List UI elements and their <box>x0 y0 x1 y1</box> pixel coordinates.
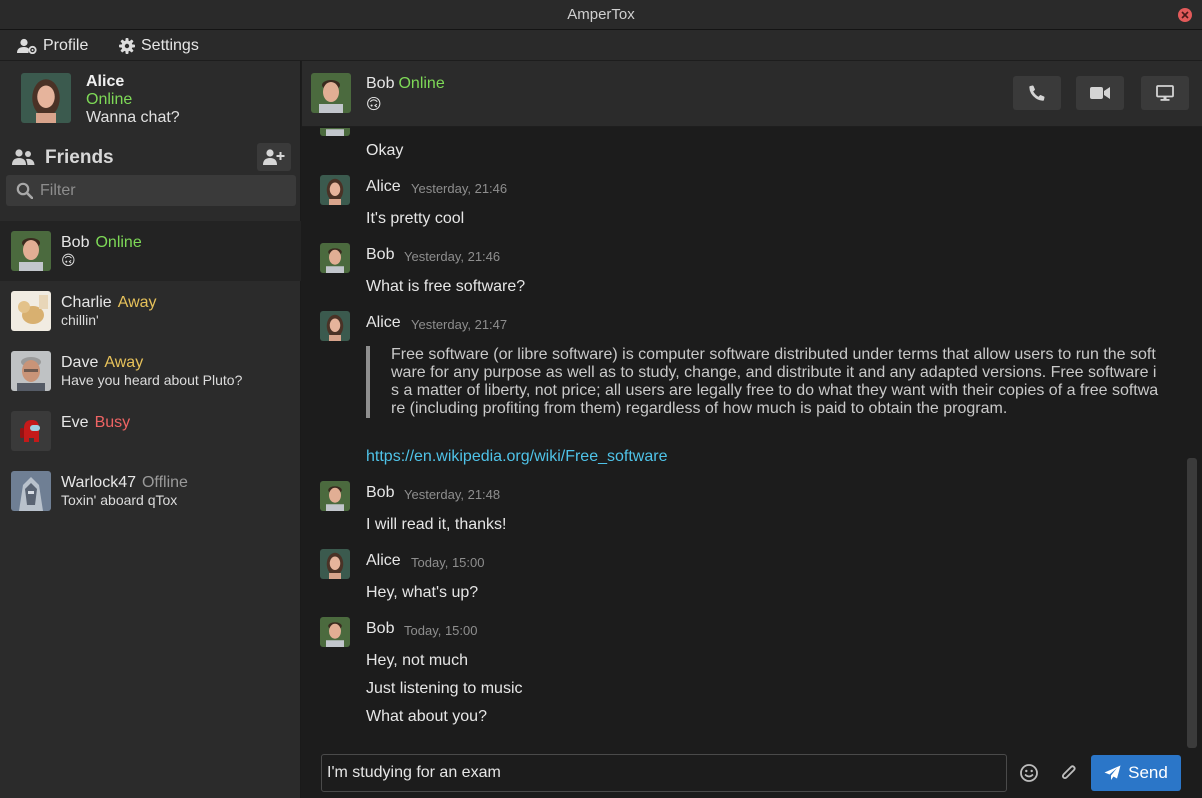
monitor-icon <box>1156 85 1174 101</box>
avatar <box>11 471 51 511</box>
compose-bar: Send <box>302 748 1202 798</box>
friend-item-eve[interactable]: Eve Busy <box>0 401 301 461</box>
friend-name: Eve <box>61 414 89 431</box>
message-author: Alice <box>366 552 401 569</box>
close-icon[interactable] <box>1178 8 1192 22</box>
message-author: Bob <box>366 620 395 637</box>
message-author: Bob <box>366 484 395 501</box>
self-name: Alice <box>86 73 125 90</box>
message-line: Okay <box>366 142 404 159</box>
filter-input[interactable] <box>40 175 290 206</box>
avatar <box>320 175 350 205</box>
title-bar: AmperTox <box>0 0 1202 30</box>
avatar <box>11 351 51 391</box>
friend-name: Dave <box>61 354 99 371</box>
message-line: It's pretty cool <box>366 210 465 227</box>
smiley-icon[interactable] <box>1020 764 1038 782</box>
profile-menu-label: Profile <box>43 36 89 54</box>
message-input[interactable] <box>321 754 1007 792</box>
message-time: Yesterday, 21:46 <box>411 181 508 196</box>
avatar <box>320 481 350 511</box>
avatar <box>320 243 350 273</box>
avatar <box>320 549 350 579</box>
friend-item-bob[interactable]: Bob Online 🙃 <box>0 221 301 281</box>
avatar <box>320 128 350 136</box>
friend-list: Bob Online 🙃 Charlie Away chillin' Dave … <box>0 221 301 521</box>
friend-name: Charlie <box>61 294 112 311</box>
message-time: Yesterday, 21:46 <box>404 249 501 264</box>
message-line: Hey, not much <box>366 652 468 669</box>
message-line: What about you? <box>366 708 487 725</box>
message-line: Just listening to music <box>366 680 523 697</box>
add-user-icon <box>263 149 285 165</box>
paperclip-icon[interactable] <box>1061 764 1077 782</box>
self-profile[interactable]: Alice Online Wanna chat? <box>0 61 301 141</box>
contact-avatar <box>311 73 351 113</box>
avatar <box>11 411 51 451</box>
friend-status-message: chillin' <box>61 312 99 328</box>
friend-status-message: Toxin' aboard qTox <box>61 492 178 508</box>
friend-name: Warlock47 <box>61 474 136 491</box>
contact-status-message: 🙃 <box>366 96 382 113</box>
status-badge: Offline <box>141 474 188 491</box>
quote-block: Free software (or libre software) is com… <box>366 346 1160 418</box>
add-friend-button[interactable] <box>257 143 291 171</box>
message-author: Bob <box>366 246 395 263</box>
self-status: Online <box>86 91 133 108</box>
user-gear-icon <box>17 38 37 54</box>
friends-title: Friends <box>45 147 114 168</box>
search-icon <box>16 182 33 199</box>
self-status-message: Wanna chat? <box>86 109 180 126</box>
avatar <box>11 291 51 331</box>
message-line: I will read it, thanks! <box>366 516 507 533</box>
status-badge: Busy <box>94 414 131 431</box>
status-badge: Away <box>104 354 144 371</box>
sidebar: Alice Online Wanna chat? Friends Filter … <box>0 61 301 798</box>
friend-status-message: Have you heard about Pluto? <box>61 372 243 388</box>
status-badge: Online <box>95 234 142 251</box>
message-line: What is free software? <box>366 278 526 295</box>
screen-share-button[interactable] <box>1141 76 1189 110</box>
message-link[interactable]: https://en.wikipedia.org/wiki/Free_softw… <box>366 448 667 466</box>
video-call-button[interactable] <box>1076 76 1124 110</box>
menu-bar: Profile Settings <box>0 30 1202 61</box>
message-time: Yesterday, 21:48 <box>404 487 501 502</box>
friend-item-charlie[interactable]: Charlie Away chillin' <box>0 281 301 341</box>
message-author: Alice <box>366 314 401 331</box>
send-button[interactable]: Send <box>1091 755 1181 791</box>
friend-item-dave[interactable]: Dave Away Have you heard about Pluto? <box>0 341 301 401</box>
phone-icon <box>1029 85 1045 101</box>
send-label: Send <box>1128 763 1168 782</box>
avatar <box>320 311 350 341</box>
message-time: Today, 15:00 <box>404 623 478 638</box>
filter-box <box>6 175 296 206</box>
scrollbar[interactable] <box>1187 458 1197 748</box>
message-list: Okay Alice Yesterday, 21:46 It's pretty … <box>302 128 1202 748</box>
gear-icon <box>119 37 135 54</box>
friend-status-message: 🙃 <box>61 252 76 268</box>
friend-name: Bob <box>61 234 90 251</box>
message-time: Today, 15:00 <box>411 555 485 570</box>
message-time: Yesterday, 21:47 <box>411 317 508 332</box>
friend-item-warlock47[interactable]: Warlock47 Offline Toxin' aboard qTox <box>0 461 301 521</box>
message-author: Alice <box>366 178 401 195</box>
friends-header: Friends <box>0 141 301 173</box>
video-camera-icon <box>1090 87 1110 99</box>
people-icon <box>12 149 35 165</box>
settings-menu[interactable]: Settings <box>119 30 199 61</box>
self-avatar <box>21 73 71 123</box>
status-badge: Away <box>117 294 157 311</box>
chat-header: Bob Online 🙃 <box>302 61 1202 127</box>
call-button[interactable] <box>1013 76 1061 110</box>
avatar <box>320 617 350 647</box>
settings-menu-label: Settings <box>141 36 199 54</box>
profile-menu[interactable]: Profile <box>17 30 88 61</box>
paper-plane-icon <box>1104 765 1121 780</box>
message-line: Hey, what's up? <box>366 584 479 601</box>
contact-name: Bob <box>366 75 395 92</box>
contact-status: Online <box>398 75 445 92</box>
avatar <box>11 231 51 271</box>
window-title: AmperTox <box>567 6 635 23</box>
